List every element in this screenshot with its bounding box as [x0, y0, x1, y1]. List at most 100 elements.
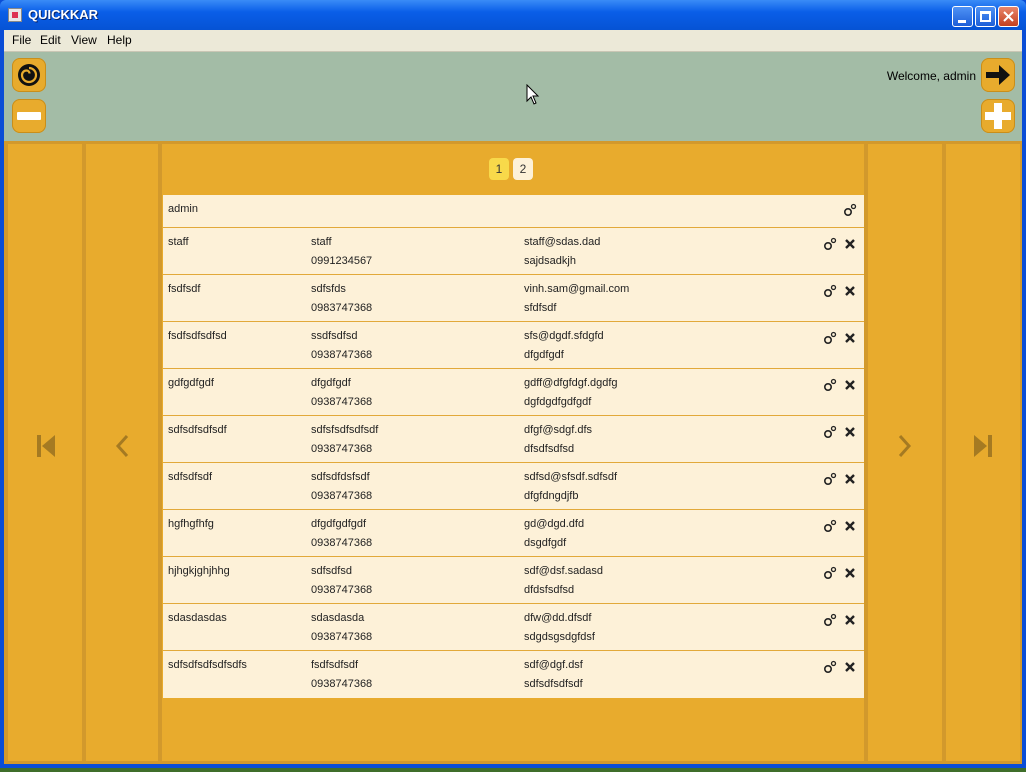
window-title: QUICKKAR	[28, 7, 99, 22]
user-username: sdfsdfsdfsdf	[168, 424, 227, 436]
user-address: dfdsfsdfsd	[524, 584, 575, 596]
user-table: admin staff staff 0991234567 staff@sdas.dad s…	[163, 195, 864, 698]
user-email: sdfsd@sfsdf.sdfsdf	[524, 471, 618, 483]
user-row[interactable]: fsdfsdf sdfsfds 0983747368 vinh.sam@gmail.c…	[163, 275, 864, 322]
first-page-button[interactable]	[8, 144, 82, 761]
main-content: Welcome, admin 1 2 admin staff staff 099…	[4, 52, 1022, 764]
chevron-right-icon	[898, 434, 912, 458]
user-row[interactable]: admin	[163, 195, 864, 228]
user-phone: 0938747368	[311, 678, 373, 690]
close-icon[interactable]	[843, 378, 857, 392]
menu-file[interactable]: File	[12, 33, 31, 47]
maximize-button[interactable]	[975, 6, 996, 27]
welcome-text: Welcome, admin	[886, 69, 976, 83]
user-email: gdff@dfgfdgf.dgdfg	[524, 377, 618, 389]
user-row[interactable]: fsdfsdfsdfsd ssdfsdfsd 0938747368 sfs@dgdf.…	[163, 322, 864, 369]
user-username: hjhgkjghjhhg	[168, 565, 230, 577]
user-email: dfgf@sdgf.dfs	[524, 424, 593, 436]
user-row[interactable]: sdfsdfsdf sdfsdfdsfsdf 0938747368 sdfsd@sfs…	[163, 463, 864, 510]
close-icon[interactable]	[843, 566, 857, 580]
gear-icon[interactable]	[823, 378, 837, 392]
user-name: fsdfsdfsdf	[311, 659, 359, 671]
gear-icon[interactable]	[823, 613, 837, 627]
user-name: sdasdasda	[311, 612, 365, 624]
gear-icon[interactable]	[823, 566, 837, 580]
chevron-left-icon	[115, 434, 129, 458]
user-address: sdgdsgsdgfdsf	[524, 631, 595, 643]
user-name: sdfsdfdsfsdf	[311, 471, 370, 483]
menu-view[interactable]: View	[71, 33, 97, 47]
user-row[interactable]: hjhgkjghjhhg sdfsdfsd 0938747368 sdf@dsf.sa…	[163, 557, 864, 604]
close-icon[interactable]	[843, 613, 857, 627]
gear-icon[interactable]	[823, 237, 837, 251]
user-username: hgfhgfhfg	[168, 518, 214, 530]
page-1-button[interactable]: 1	[489, 158, 509, 180]
user-name: sdfsfsdfsdfsdf	[311, 424, 379, 436]
gear-icon[interactable]	[823, 519, 837, 533]
skip-last-icon	[974, 435, 992, 457]
user-row[interactable]: gdfgdfgdf dfgdfgdf 0938747368 gdff@dfgfdgf.…	[163, 369, 864, 416]
last-page-button[interactable]	[946, 144, 1020, 761]
gear-icon[interactable]	[823, 425, 837, 439]
plus-icon	[985, 103, 1011, 129]
minus-icon	[17, 112, 41, 120]
user-username: sdfsdfsdfsdfsdfs	[168, 659, 247, 671]
user-email: vinh.sam@gmail.com	[524, 283, 630, 295]
user-email: sfs@dgdf.sfdgfd	[524, 330, 604, 342]
user-email: sdf@dgf.dsf	[524, 659, 583, 671]
user-row[interactable]: staff staff 0991234567 staff@sdas.dad sajdsa…	[163, 228, 864, 275]
app-window: QUICKKAR File Edit View Help Welcome, ad…	[0, 0, 1026, 768]
user-name: ssdfsdfsd	[311, 330, 358, 342]
close-icon[interactable]	[843, 237, 857, 251]
user-username: gdfgdfgdf	[168, 377, 214, 389]
user-email: sdf@dsf.sadasd	[524, 565, 604, 577]
close-icon[interactable]	[843, 331, 857, 345]
user-address: dsgdfgdf	[524, 537, 567, 549]
user-username: admin	[168, 203, 198, 215]
close-icon[interactable]	[843, 425, 857, 439]
minimize-button[interactable]	[952, 6, 973, 27]
user-username: sdfsdfsdf	[168, 471, 213, 483]
gear-icon[interactable]	[823, 284, 837, 298]
gear-icon[interactable]	[823, 472, 837, 486]
user-row[interactable]: sdasdasdas sdasdasda 0938747368 dfw@dd.dfsd…	[163, 604, 864, 651]
gear-icon[interactable]	[843, 203, 857, 217]
logout-button[interactable]	[981, 58, 1015, 92]
user-name: sdfsfds	[311, 283, 346, 295]
gear-icon[interactable]	[823, 331, 837, 345]
logo-button[interactable]	[12, 58, 46, 92]
user-email: staff@sdas.dad	[524, 236, 601, 248]
swirl-logo-icon	[18, 64, 40, 86]
user-phone: 0983747368	[311, 302, 373, 314]
user-phone: 0938747368	[311, 349, 373, 361]
user-name: sdfsdfsd	[311, 565, 352, 577]
add-button[interactable]	[981, 99, 1015, 133]
user-name: dfgdfgdf	[311, 377, 351, 389]
user-email: dfw@dd.dfsdf	[524, 612, 592, 624]
user-row[interactable]: hgfhgfhfg dfgdfgdfgdf 0938747368 gd@dgd.dfd…	[163, 510, 864, 557]
user-phone: 0938747368	[311, 584, 373, 596]
gear-icon[interactable]	[823, 660, 837, 674]
user-username: fsdfsdfsdfsd	[168, 330, 227, 342]
user-address: sdfsdfsdfsdf	[524, 678, 583, 690]
prev-page-button[interactable]	[86, 144, 158, 761]
user-phone: 0938747368	[311, 537, 373, 549]
close-icon[interactable]	[843, 284, 857, 298]
user-address: dfsdfsdfsd	[524, 443, 575, 455]
user-row[interactable]: sdfsdfsdfsdf sdfsfsdfsdfsdf 0938747368 dfgf…	[163, 416, 864, 463]
close-icon[interactable]	[843, 660, 857, 674]
next-page-button[interactable]	[868, 144, 942, 761]
user-phone: 0938747368	[311, 443, 373, 455]
user-row[interactable]: sdfsdfsdfsdfsdfs fsdfsdfsdf 0938747368 sdf@…	[163, 651, 864, 698]
user-username: fsdfsdf	[168, 283, 201, 295]
menu-edit[interactable]: Edit	[40, 33, 61, 47]
menu-help[interactable]: Help	[107, 33, 132, 47]
remove-button[interactable]	[12, 99, 46, 133]
page-2-button[interactable]: 2	[513, 158, 533, 180]
menu-bar: File Edit View Help	[4, 30, 1022, 52]
close-icon[interactable]	[843, 472, 857, 486]
close-icon[interactable]	[843, 519, 857, 533]
close-window-button[interactable]	[998, 6, 1019, 27]
title-bar[interactable]: QUICKKAR	[0, 0, 1026, 30]
user-list-panel: 1 2 admin staff staff 0991234567 staff@sdas.…	[162, 144, 864, 761]
